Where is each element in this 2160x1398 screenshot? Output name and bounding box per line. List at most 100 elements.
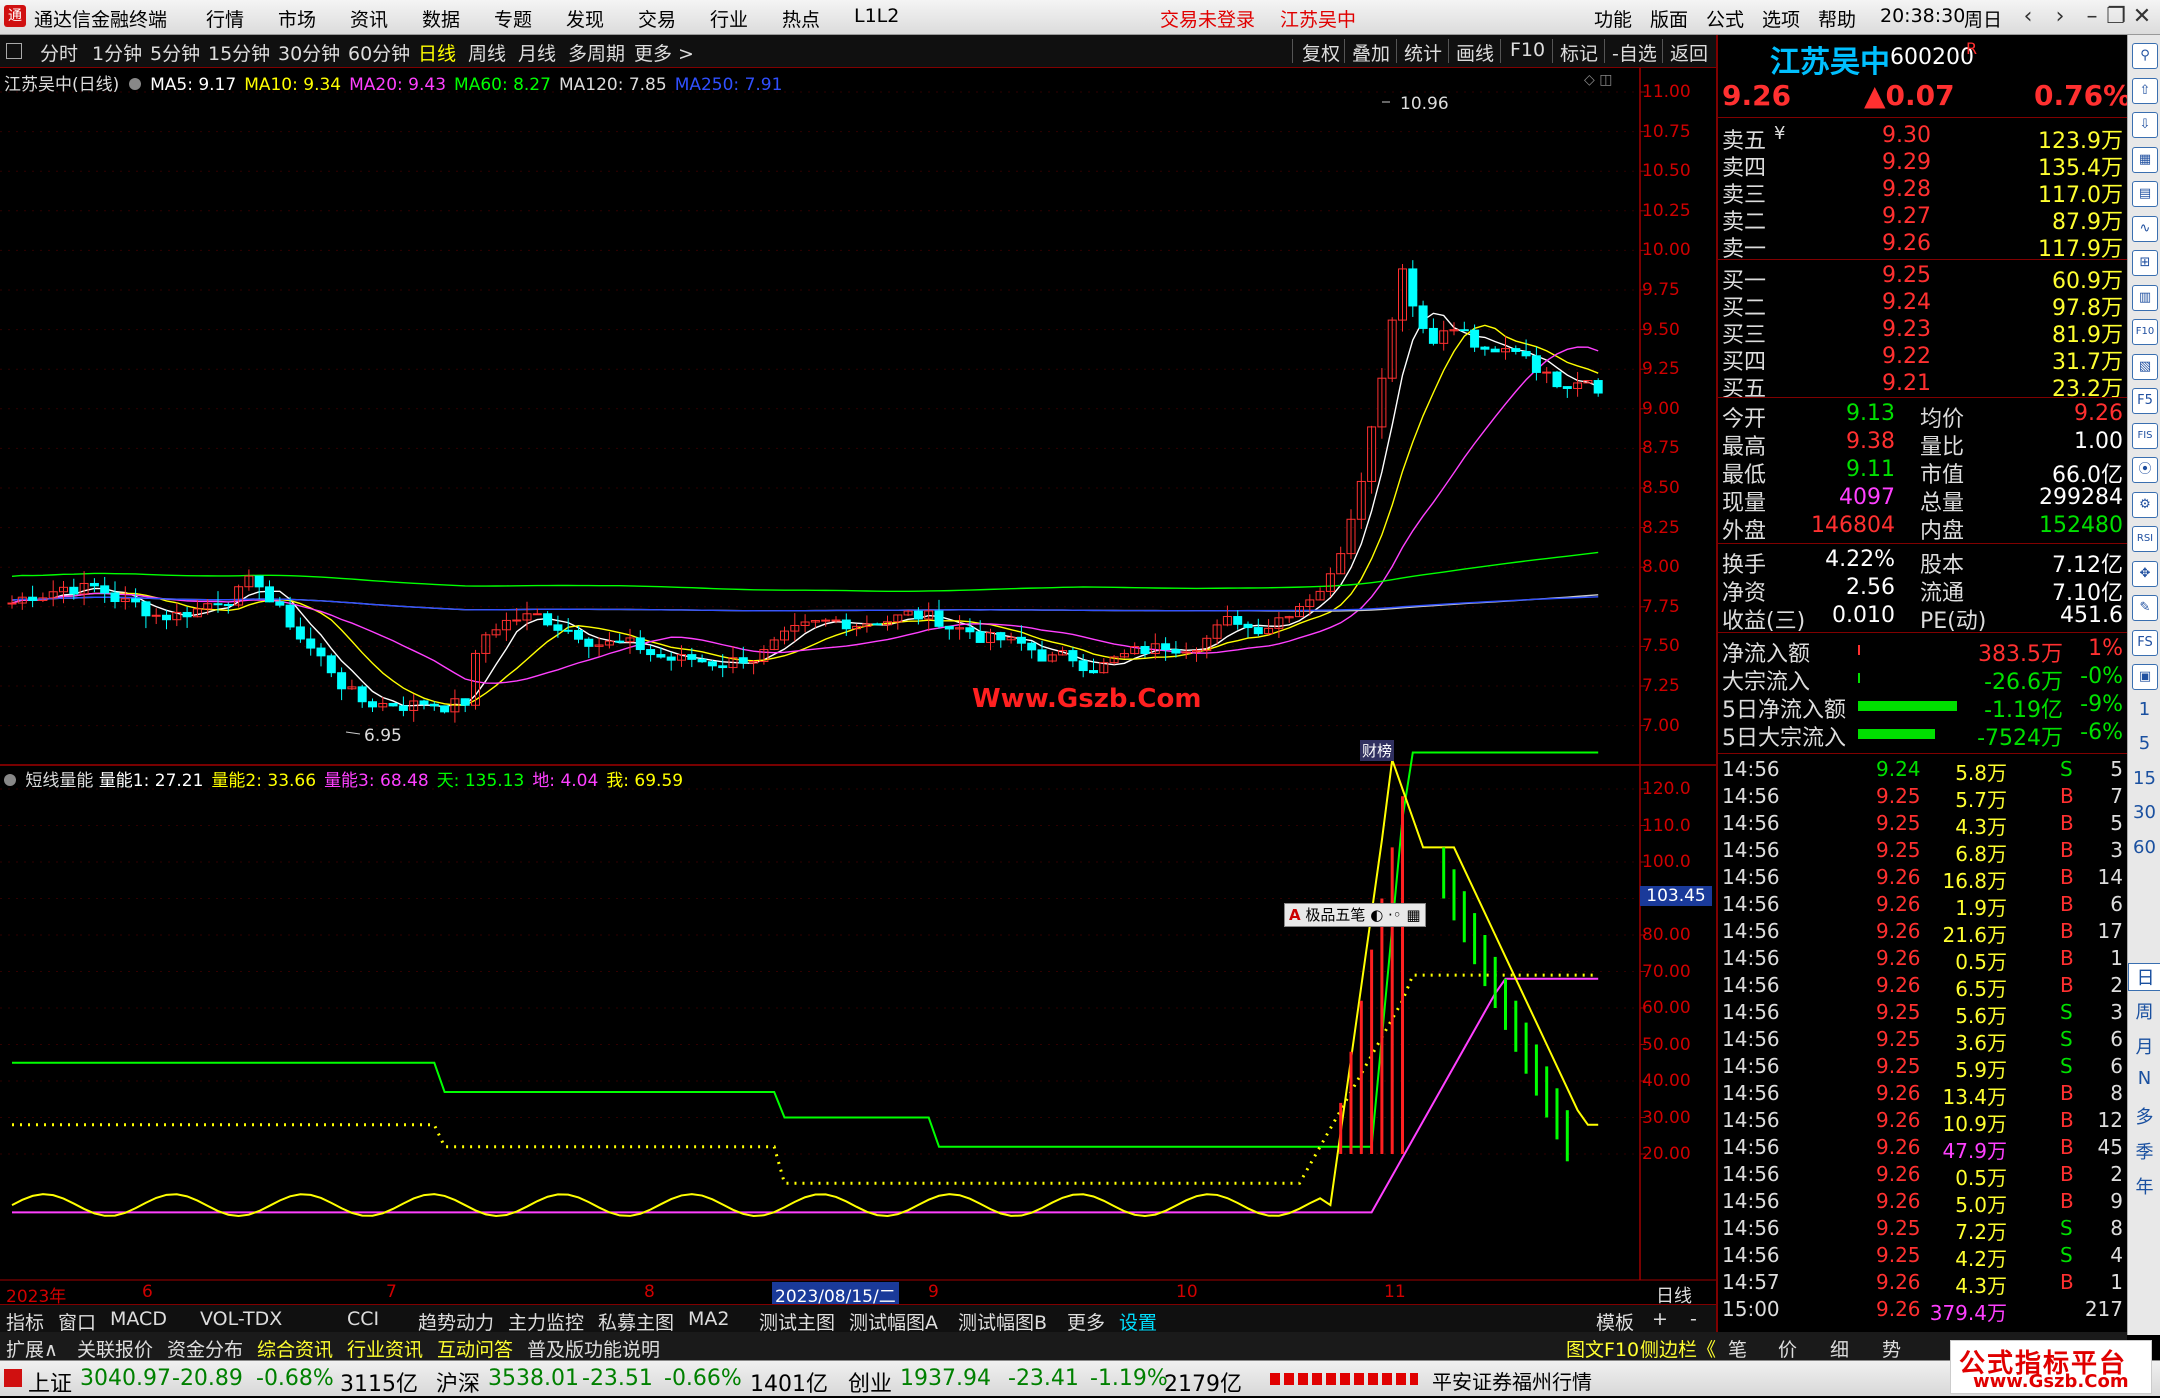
bid-price[interactable]: 9.25: [1882, 263, 1931, 288]
toolbar-menu-icon[interactable]: [6, 43, 22, 59]
candle[interactable]: [1119, 649, 1129, 659]
period-30min[interactable]: 30分钟: [278, 39, 340, 66]
side-tool-icon[interactable]: 5: [2128, 733, 2160, 754]
candle[interactable]: [996, 631, 1006, 648]
period-fenshi[interactable]: 分时: [40, 39, 78, 66]
candle[interactable]: [574, 625, 583, 644]
candle[interactable]: [59, 580, 68, 604]
chart-area[interactable]: [0, 68, 1716, 1304]
candle[interactable]: [563, 618, 573, 634]
ask-price[interactable]: 9.26: [1882, 231, 1931, 256]
candle[interactable]: [481, 631, 491, 663]
brand-badge[interactable]: 公式指标平台 www.Gszb.Com: [1950, 1340, 2152, 1394]
candle[interactable]: [295, 617, 305, 643]
forward-arrow-icon[interactable]: ›: [2044, 2, 2076, 32]
popup-ime[interactable]: A 极品五笔 ◐ ·◦ ▦: [1284, 903, 1426, 927]
indicator-tab[interactable]: 趋势动力: [418, 1308, 494, 1335]
period-day[interactable]: 日线: [418, 39, 456, 66]
side-tool-icon[interactable]: 60: [2128, 837, 2160, 858]
candle[interactable]: [1387, 317, 1397, 383]
bid-price[interactable]: 9.22: [1882, 344, 1931, 369]
candle[interactable]: [780, 626, 789, 645]
period-15min[interactable]: 15分钟: [208, 39, 270, 66]
menu-zhuanti[interactable]: 专题: [494, 5, 532, 32]
candle[interactable]: [1470, 324, 1480, 352]
back-arrow-icon[interactable]: ‹: [2012, 2, 2044, 32]
candle[interactable]: [141, 600, 151, 629]
candle[interactable]: [1346, 509, 1356, 560]
candle[interactable]: [28, 585, 38, 608]
menu-jiaoyi[interactable]: 交易: [638, 5, 676, 32]
candle[interactable]: [1511, 345, 1521, 355]
candle[interactable]: [337, 667, 347, 701]
tab-shi[interactable]: 势: [1882, 1335, 1901, 1362]
candle[interactable]: [398, 696, 408, 717]
candle[interactable]: [471, 649, 480, 710]
menu-shuju[interactable]: 数据: [422, 5, 460, 32]
side-tool-icon[interactable]: F5: [2132, 388, 2158, 414]
menu-gongneng[interactable]: 功能: [1594, 5, 1632, 32]
candle[interactable]: [1315, 587, 1325, 601]
bid-price[interactable]: 9.23: [1882, 317, 1931, 342]
candle[interactable]: [1336, 546, 1346, 575]
candle[interactable]: [1016, 625, 1026, 651]
side-tool-icon[interactable]: FIS: [2132, 422, 2158, 449]
indicator-tab[interactable]: 私募主图: [598, 1308, 674, 1335]
chart-toggle-icon[interactable]: [128, 78, 141, 90]
candle[interactable]: [635, 630, 645, 654]
menu-bangzhu[interactable]: 帮助: [1818, 5, 1856, 32]
period-60min[interactable]: 60分钟: [348, 39, 410, 66]
side-tool-icon[interactable]: 15: [2128, 768, 2160, 789]
extension-tab[interactable]: 关联报价: [77, 1335, 153, 1362]
menu-shichang[interactable]: 市场: [278, 5, 316, 32]
candle[interactable]: [1047, 651, 1057, 663]
tool-diejia[interactable]: 叠加: [1352, 39, 1390, 66]
candle[interactable]: [1552, 370, 1562, 389]
candle[interactable]: [800, 614, 810, 633]
candle[interactable]: [1058, 646, 1068, 656]
period-more[interactable]: 更多 >: [634, 39, 694, 66]
candle[interactable]: [862, 615, 872, 633]
tool-fuquan[interactable]: 复权: [1302, 39, 1340, 66]
candle[interactable]: [326, 653, 336, 678]
candle[interactable]: [100, 576, 110, 603]
candle[interactable]: [1243, 621, 1253, 638]
menu-faxian[interactable]: 发现: [566, 5, 604, 32]
side-tool-icon[interactable]: ⦿: [2132, 457, 2158, 483]
side-tool-icon[interactable]: ⚙: [2132, 491, 2158, 518]
remove-button[interactable]: -: [1690, 1308, 1697, 1330]
side-tool-icon[interactable]: RSI: [2132, 526, 2158, 552]
candle[interactable]: [1480, 345, 1490, 356]
candle[interactable]: [1233, 610, 1243, 630]
side-period-button[interactable]: 多: [2128, 1103, 2160, 1129]
candle[interactable]: [1253, 618, 1263, 637]
side-tool-icon[interactable]: ⇧: [2132, 77, 2158, 104]
candle[interactable]: [1264, 619, 1274, 635]
candle[interactable]: [1459, 321, 1469, 332]
side-tool-icon[interactable]: ▣: [2132, 664, 2158, 690]
index-name[interactable]: 创业: [848, 1366, 892, 1398]
candle[interactable]: [1562, 386, 1572, 398]
candle[interactable]: [1593, 378, 1603, 397]
period-multi[interactable]: 多周期: [568, 39, 625, 66]
indicator-tab[interactable]: 设置: [1119, 1308, 1157, 1335]
ask-price[interactable]: 9.28: [1882, 177, 1931, 202]
sidebar-link[interactable]: 侧边栏《: [1640, 1335, 1716, 1362]
side-tool-icon[interactable]: ▥: [2132, 284, 2158, 311]
side-tool-icon[interactable]: ∿: [2132, 215, 2158, 242]
candle[interactable]: [1027, 641, 1037, 659]
candle[interactable]: [1377, 368, 1387, 439]
indicator-tab[interactable]: 测试幅图B: [958, 1308, 1047, 1335]
candle[interactable]: [666, 652, 676, 671]
candle[interactable]: [1222, 605, 1232, 627]
indicator-tab[interactable]: MACD: [110, 1308, 167, 1330]
menu-banmian[interactable]: 版面: [1650, 5, 1688, 32]
candle[interactable]: [1109, 655, 1119, 665]
candle[interactable]: [491, 623, 501, 638]
candle[interactable]: [893, 614, 903, 630]
candle[interactable]: [944, 625, 954, 640]
indicator-tab[interactable]: VOL-TDX: [200, 1308, 282, 1330]
tool-zixuan[interactable]: -自选: [1612, 39, 1657, 66]
side-tool-icon[interactable]: ✎: [2132, 595, 2158, 621]
extension-tab[interactable]: 扩展∧: [6, 1335, 58, 1362]
